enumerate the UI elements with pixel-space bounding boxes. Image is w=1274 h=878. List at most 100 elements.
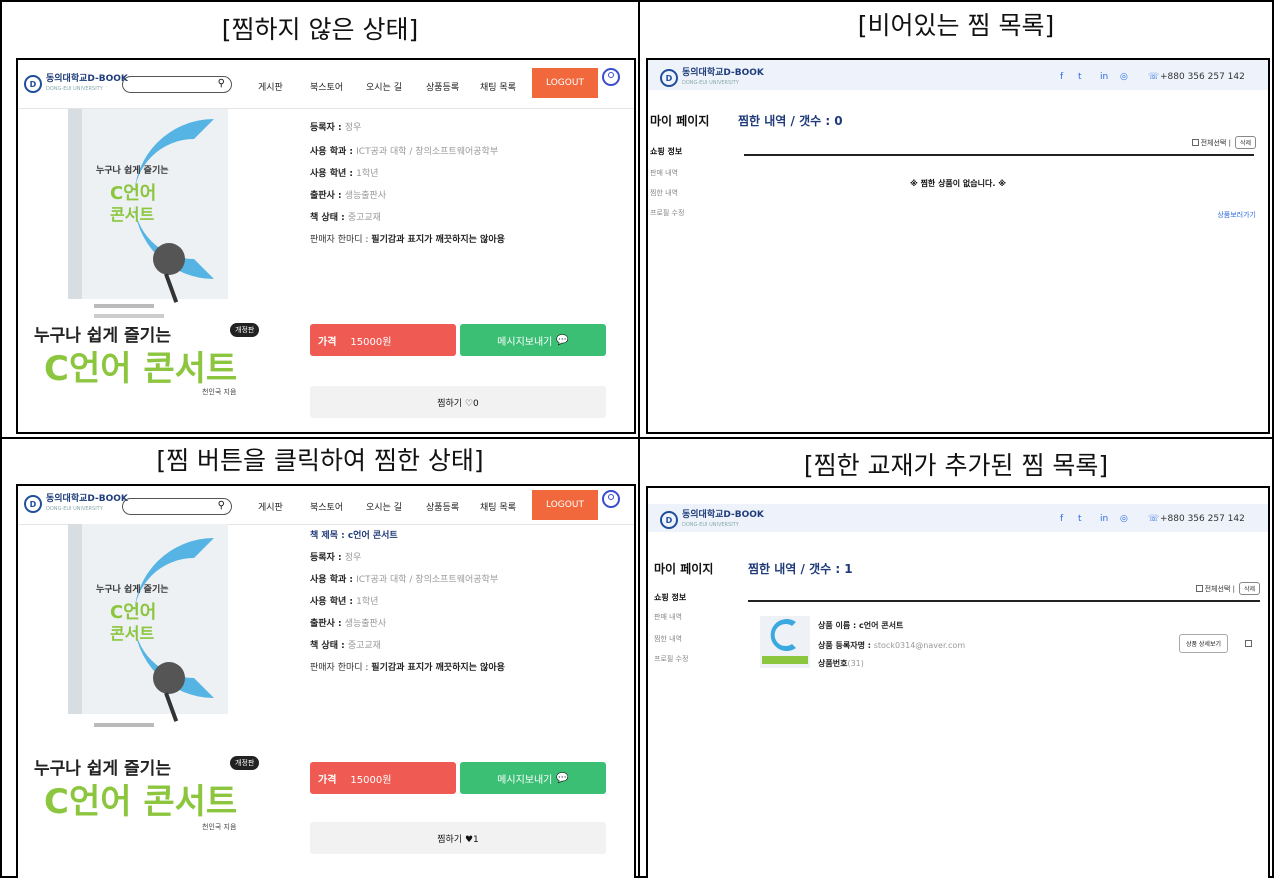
registrant-row: 등록자 : 정우 xyxy=(310,123,362,133)
like-button[interactable]: 찜하기 ♡0 xyxy=(310,386,606,418)
site-logo[interactable]: D 동의대학교D-BOOK DONG-EUI UNIVERSITY xyxy=(24,74,128,94)
nav-bookstore[interactable]: 북스토어 xyxy=(310,80,343,93)
nav-chat-list[interactable]: 채팅 목록 xyxy=(480,500,516,513)
seller-comment-row: 판매자 한마디 : 필기감과 표지가 깨끗하지는 않아용 xyxy=(310,235,505,245)
side-item-sales[interactable]: 판매 내역 xyxy=(650,168,678,178)
twitter-icon[interactable]: t xyxy=(1078,514,1082,524)
site-logo[interactable]: D 동의대학교D-BOOK DONG-EUI UNIVERSITY xyxy=(24,494,128,514)
facebook-icon[interactable]: f xyxy=(1060,514,1063,524)
mypage-header: D 동의대학교D-BOOK DONG-EUI UNIVERSITY f t in … xyxy=(648,504,1268,532)
logout-button[interactable]: LOGOUT xyxy=(532,68,598,98)
site-logo[interactable]: D 동의대학교D-BOOK DONG-EUI UNIVERSITY xyxy=(660,510,764,530)
cover-badge: 개정판 xyxy=(230,756,260,770)
linkedin-icon[interactable]: in xyxy=(1100,514,1108,524)
nav-directions[interactable]: 오시는 길 xyxy=(366,80,402,93)
caption-bottom-right: [찜한 교재가 추가된 찜 목록] xyxy=(803,451,1109,480)
cover-author: 천인국 지음 xyxy=(202,388,237,396)
book-title-row: 책 제목 : c언어 콘서트 xyxy=(310,531,398,541)
instagram-icon[interactable]: ◎ xyxy=(1120,514,1128,524)
logo-text: 동의대학교D-BOOK DONG-EUI UNIVERSITY xyxy=(682,68,764,86)
select-all-checkbox[interactable] xyxy=(1195,585,1203,592)
delete-button[interactable]: 삭제 xyxy=(1234,136,1256,149)
user-profile-icon[interactable] xyxy=(602,490,620,508)
book-cover-image: 누구나 쉽게 즐기는 C언어 콘서트 누구나 쉽게 즐기는 개정판 C언어 콘서… xyxy=(24,524,292,844)
linkedin-icon[interactable]: in xyxy=(1100,72,1108,82)
cover-small-title: 누구나 쉽게 즐기는 xyxy=(96,585,169,595)
price-box: 가격 15000원 xyxy=(310,324,456,356)
side-heading-shopping: 쇼핑 정보 xyxy=(650,147,683,156)
delete-button[interactable]: 삭제 xyxy=(1238,582,1260,595)
item-seller: 상품 등록자명 : stock0314@naver.com xyxy=(818,641,966,650)
user-profile-icon[interactable] xyxy=(602,68,620,86)
search-icon[interactable]: ⚲ xyxy=(218,500,225,511)
book-cover-image: 누구나 쉽게 즐기는 C언어 콘서트 누구나 쉽게 즐기는 개정판 C언어 콘서… xyxy=(24,109,292,429)
select-all-bar: 전체선택 | 삭제 xyxy=(1195,582,1260,595)
university-seal-icon: D xyxy=(24,75,42,93)
grade-row: 사용 학년 : 1학년 xyxy=(310,597,379,607)
facebook-icon[interactable]: f xyxy=(1060,72,1063,82)
item-detail-button[interactable]: 상품 상세보기 xyxy=(1178,634,1228,653)
site-header: D 동의대학교D-BOOK DONG-EUI UNIVERSITY ⚲ 게시판 북… xyxy=(18,486,634,525)
caption-bottom-left: [찜 버튼을 클릭하여 찜한 상태] xyxy=(156,446,484,475)
nav-board[interactable]: 게시판 xyxy=(258,80,283,93)
mypage-header: D 동의대학교D-BOOK DONG-EUI UNIVERSITY f t in … xyxy=(648,60,1268,90)
cover-author: 천인국 지음 xyxy=(202,823,237,831)
seller-comment-row: 판매자 한마디 : 필기감과 표지가 깨끗하지는 않아용 xyxy=(310,663,505,673)
search-icon[interactable]: ⚲ xyxy=(218,78,225,89)
send-message-button[interactable]: 메시지보내기 💬 xyxy=(460,324,606,356)
side-item-wishlist[interactable]: 찜한 내역 xyxy=(654,634,682,644)
caption-top-left: [찜하지 않은 상태] xyxy=(221,15,419,44)
nav-board[interactable]: 게시판 xyxy=(258,500,283,513)
nav-bookstore[interactable]: 북스토어 xyxy=(310,500,343,513)
cover-title: C언어 콘서트 xyxy=(44,782,238,822)
comparison-grid: [찜하지 않은 상태] [비어있는 찜 목록] [찜 버튼을 클릭하여 찜한 상… xyxy=(0,0,1274,878)
side-heading-shopping: 쇼핑 정보 xyxy=(654,593,687,602)
select-all-bar: 전체선택 | 삭제 xyxy=(1191,136,1256,149)
price-box: 가격 15000원 xyxy=(310,762,456,794)
logout-button[interactable]: LOGOUT xyxy=(532,490,598,520)
cover-c-title2: 콘서트 xyxy=(110,624,155,643)
nav-directions[interactable]: 오시는 길 xyxy=(366,500,402,513)
publisher-row: 출판사 : 생능출판사 xyxy=(310,191,387,201)
item-thumbnail[interactable] xyxy=(760,616,810,668)
logo-text: 동의대학교D-BOOK DONG-EUI UNIVERSITY xyxy=(46,494,128,512)
cover-title: C언어 콘서트 xyxy=(44,349,238,389)
publisher-row: 출판사 : 생능출판사 xyxy=(310,619,387,629)
send-message-button[interactable]: 메시지보내기 💬 xyxy=(460,762,606,794)
select-all-checkbox[interactable] xyxy=(1191,139,1199,146)
phone-icon: ☏ xyxy=(1148,514,1160,524)
like-button[interactable]: 찜하기 ♥1 xyxy=(310,822,606,854)
phone-icon: ☏ xyxy=(1148,72,1160,82)
wishlist-count-title: 찜한 내역 / 갯수 : 1 xyxy=(748,562,853,576)
grid-line-center xyxy=(638,0,640,878)
side-item-sales[interactable]: 판매 내역 xyxy=(654,612,682,622)
logo-text: 동의대학교D-BOOK DONG-EUI UNIVERSITY xyxy=(46,74,128,92)
nav-register-product[interactable]: 상품등록 xyxy=(426,500,459,513)
department-row: 사용 학과 : ICT공과 대학 / 창의소프트웨어공학부 xyxy=(310,147,499,157)
item-name: 상품 이름 : c언어 콘서트 xyxy=(818,621,904,630)
nav-register-product[interactable]: 상품등록 xyxy=(426,80,459,93)
caption-top-right: [비어있는 찜 목록] xyxy=(857,11,1055,40)
list-divider xyxy=(748,600,1260,602)
site-logo[interactable]: D 동의대학교D-BOOK DONG-EUI UNIVERSITY xyxy=(660,68,764,88)
instagram-icon[interactable]: ◎ xyxy=(1120,72,1128,82)
side-item-profile[interactable]: 프로필 수정 xyxy=(650,208,684,218)
grid-line-top xyxy=(0,0,1274,2)
university-seal-icon: D xyxy=(660,69,678,87)
grade-row: 사용 학년 : 1학년 xyxy=(310,169,379,179)
go-shopping-link[interactable]: 상품보러가기 xyxy=(1217,210,1256,220)
cover-badge: 개정판 xyxy=(230,323,260,337)
search-input[interactable]: ⚲ xyxy=(122,76,232,93)
side-item-profile[interactable]: 프로필 수정 xyxy=(654,654,688,664)
phone-number: +880 356 257 142 xyxy=(1160,514,1245,524)
empty-wishlist-message: ※ 찜한 상품이 없습니다. ※ xyxy=(910,179,1006,188)
nav-chat-list[interactable]: 채팅 목록 xyxy=(480,80,516,93)
side-item-wishlist[interactable]: 찜한 내역 xyxy=(650,188,678,198)
logo-text: 동의대학교D-BOOK DONG-EUI UNIVERSITY xyxy=(682,510,764,528)
wishlist-count-title: 찜한 내역 / 갯수 : 0 xyxy=(738,114,843,128)
twitter-icon[interactable]: t xyxy=(1078,72,1082,82)
condition-row: 책 상태 : 중고교재 xyxy=(310,641,381,651)
search-input[interactable]: ⚲ xyxy=(122,498,232,515)
item-checkbox[interactable] xyxy=(1245,640,1252,647)
wishlist-filled-screen: D 동의대학교D-BOOK DONG-EUI UNIVERSITY f t in … xyxy=(646,486,1270,878)
